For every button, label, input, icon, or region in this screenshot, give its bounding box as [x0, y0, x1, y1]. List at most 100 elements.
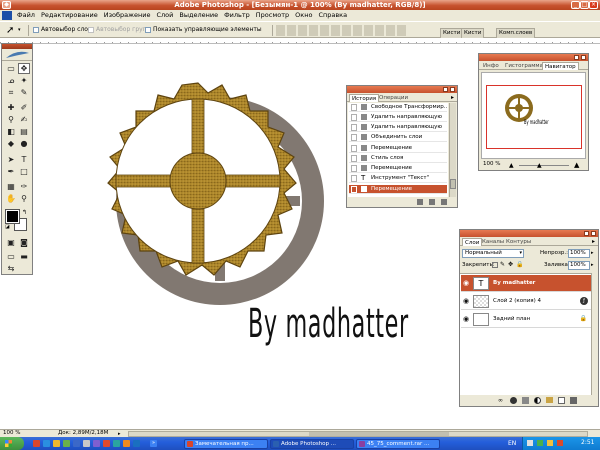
- lock-position-icon[interactable]: ✥: [508, 261, 513, 268]
- tab-channels[interactable]: Каналы: [480, 238, 506, 246]
- zoom-slider-track[interactable]: [519, 165, 569, 166]
- blend-mode-select[interactable]: Нормальный ▾: [462, 249, 524, 258]
- new-document-from-state-icon[interactable]: [417, 199, 423, 205]
- maximize-button[interactable]: □: [580, 1, 589, 9]
- blur-tool-icon[interactable]: ◆: [5, 138, 17, 149]
- history-item[interactable]: Перемещение: [349, 164, 447, 173]
- history-item-selected[interactable]: Перемещение: [349, 185, 447, 194]
- minimize-button[interactable]: _: [571, 1, 580, 9]
- menu-file[interactable]: Файл: [14, 10, 38, 21]
- layer-style-icon[interactable]: ƒ: [580, 297, 588, 305]
- screen-mode-standard-icon[interactable]: ▭: [5, 251, 17, 262]
- clone-stamp-tool-icon[interactable]: ⚲: [5, 114, 17, 125]
- layer-row-gear[interactable]: ◉ Слой 2 (копия) 4 ƒ ▾: [461, 293, 598, 310]
- quicklaunch-opera-icon[interactable]: [33, 440, 40, 447]
- auto-select-groups-checkbox[interactable]: [88, 27, 94, 33]
- pen-tool-icon[interactable]: ✒: [5, 166, 17, 177]
- bin-tab-brushes-2[interactable]: Кисти: [461, 28, 485, 38]
- move-tool-icon[interactable]: ➚: [6, 25, 14, 36]
- menu-window[interactable]: Окно: [292, 10, 315, 21]
- quicklaunch-desktop-icon[interactable]: [83, 440, 90, 447]
- snapshot-icon[interactable]: [429, 199, 435, 205]
- canvas-signature-text[interactable]: By madhatter: [248, 302, 409, 346]
- trash-icon[interactable]: [441, 199, 447, 205]
- new-group-icon[interactable]: [546, 397, 553, 403]
- tray-antivirus-icon[interactable]: [537, 440, 543, 446]
- history-item[interactable]: Перемещение: [349, 144, 447, 153]
- add-layer-style-icon[interactable]: [510, 397, 517, 404]
- brush-tool-icon[interactable]: ✐: [18, 102, 30, 113]
- horizontal-scroll-thumb[interactable]: [309, 432, 449, 436]
- zoom-level[interactable]: 100 %: [3, 430, 20, 437]
- menu-filter[interactable]: Фильтр: [221, 10, 253, 21]
- marquee-tool-icon[interactable]: ▭: [5, 63, 17, 74]
- close-button[interactable]: ×: [589, 1, 598, 9]
- tab-paths[interactable]: Контуры: [504, 238, 533, 246]
- menu-layer[interactable]: Слой: [153, 10, 176, 21]
- navigator-preview[interactable]: By madhatter: [481, 72, 586, 159]
- history-panel-header[interactable]: [347, 86, 457, 93]
- menu-edit[interactable]: Редактирование: [38, 10, 101, 21]
- eraser-tool-icon[interactable]: ◧: [5, 126, 17, 137]
- quicklaunch-icq-icon[interactable]: [63, 440, 70, 447]
- tray-network-icon[interactable]: [527, 440, 533, 446]
- tray-app-icon[interactable]: [557, 440, 563, 446]
- default-colors-icon[interactable]: ◪: [5, 224, 10, 230]
- quicklaunch-folder-icon[interactable]: [53, 440, 60, 447]
- taskbar-button-winrar[interactable]: 45_75_comment.rar ...: [356, 439, 440, 449]
- bin-tab-layer-comps[interactable]: Комп.слоев: [496, 28, 536, 38]
- quicklaunch-app4-icon[interactable]: [133, 440, 140, 447]
- slice-tool-icon[interactable]: ✎: [18, 87, 30, 98]
- tab-info[interactable]: Инфо: [481, 62, 501, 70]
- history-item[interactable]: Удалить направляющую: [349, 123, 447, 132]
- quicklaunch-media-icon[interactable]: [93, 440, 100, 447]
- navigator-zoom-value[interactable]: 100 %: [483, 161, 500, 167]
- quick-mask-mode-icon[interactable]: ◙: [18, 237, 30, 248]
- zoom-slider-thumb[interactable]: ▲: [537, 162, 542, 169]
- quicklaunch-ie-icon[interactable]: [43, 440, 50, 447]
- opacity-arrow-icon[interactable]: ▸: [591, 250, 594, 256]
- auto-select-layer-checkbox[interactable]: [33, 27, 39, 33]
- history-item[interactable]: Объединить слои: [349, 133, 447, 142]
- bin-tab-brushes[interactable]: Кисти: [440, 28, 464, 38]
- healing-brush-tool-icon[interactable]: ✚: [5, 102, 17, 113]
- tab-history[interactable]: История: [349, 94, 380, 102]
- history-scrollbar[interactable]: [449, 103, 456, 197]
- eye-icon[interactable]: ◉: [463, 298, 470, 305]
- quicklaunch-expand-icon[interactable]: »: [150, 440, 157, 447]
- quicklaunch-app2-icon[interactable]: [113, 440, 120, 447]
- zoom-out-icon[interactable]: ▲: [509, 162, 514, 169]
- menu-view[interactable]: Просмотр: [253, 10, 292, 21]
- quicklaunch-explorer-icon[interactable]: [73, 440, 80, 447]
- trash-icon[interactable]: [570, 397, 577, 404]
- history-item[interactable]: Свободное Трансформир...: [349, 103, 447, 112]
- menu-image[interactable]: Изображение: [101, 10, 154, 21]
- type-tool-icon[interactable]: T: [18, 154, 30, 165]
- panel-close-button[interactable]: [591, 231, 596, 236]
- history-item[interactable]: T Инструмент "Текст": [349, 174, 447, 183]
- taskbar-button-photoshop[interactable]: Adobe Photoshop ...: [270, 439, 354, 449]
- standard-mode-icon[interactable]: ▣: [5, 237, 17, 248]
- history-item[interactable]: Стиль слоя: [349, 154, 447, 163]
- notes-tool-icon[interactable]: ▦: [5, 181, 17, 192]
- history-brush-source-icon[interactable]: [351, 186, 357, 193]
- path-selection-tool-icon[interactable]: ➤: [5, 154, 17, 165]
- fill-input[interactable]: 100%: [568, 261, 590, 270]
- opacity-input[interactable]: 100%: [568, 249, 590, 258]
- eye-icon[interactable]: ◉: [463, 316, 470, 323]
- start-button[interactable]: [0, 437, 24, 450]
- history-item[interactable]: Удалить направляющую: [349, 113, 447, 122]
- history-scroll-thumb[interactable]: [450, 179, 456, 189]
- panel-menu-icon[interactable]: ▸: [451, 94, 454, 101]
- layer-row-background[interactable]: ◉ Задний план 🔒: [461, 311, 598, 328]
- crop-tool-icon[interactable]: ⌗: [5, 87, 17, 98]
- gradient-tool-icon[interactable]: ▤: [18, 126, 30, 137]
- panel-minimize-button[interactable]: [574, 55, 579, 60]
- dodge-tool-icon[interactable]: ●: [18, 138, 30, 149]
- layer-row-text[interactable]: ◉ T By madhatter: [461, 275, 598, 292]
- lasso-tool-icon[interactable]: ᓄ: [5, 75, 17, 86]
- app-icon[interactable]: ◆: [2, 1, 11, 9]
- eye-icon[interactable]: ◉: [463, 280, 470, 287]
- move-tool-icon[interactable]: ✥: [18, 63, 30, 74]
- new-layer-icon[interactable]: [558, 397, 565, 404]
